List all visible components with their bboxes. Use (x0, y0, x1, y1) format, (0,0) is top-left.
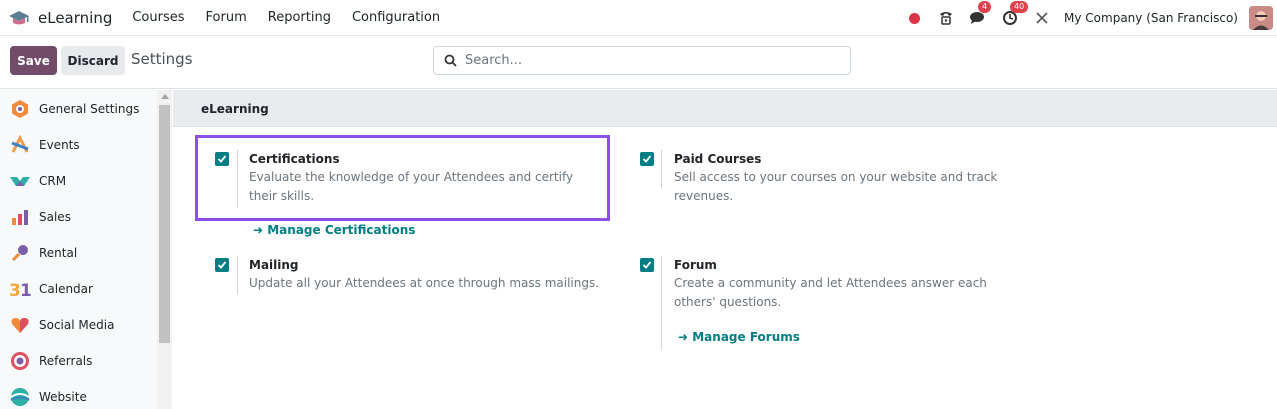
paid-courses-title: Paid Courses (674, 152, 762, 166)
discard-button[interactable]: Discard (61, 46, 125, 75)
sidebar-item-rental[interactable]: Rental (0, 235, 157, 271)
messages-icon[interactable]: 4 (968, 1, 992, 28)
sidebar-item-sales[interactable]: Sales (0, 199, 157, 235)
sidebar-item-social-media[interactable]: Social Media (0, 307, 157, 343)
calendar-icon: 31 (9, 278, 31, 300)
sidebar-item-calendar[interactable]: 31 Calendar (0, 271, 157, 307)
arrow-right-icon: ➜ (678, 330, 693, 344)
sidebar-item-label: Sales (39, 210, 71, 224)
checkmark-icon (217, 261, 227, 269)
svg-text:1: 1 (20, 281, 31, 299)
user-avatar[interactable] (1249, 6, 1273, 30)
referrals-icon (9, 350, 31, 372)
app-name: eLearning (38, 8, 113, 27)
activities-icon[interactable]: 40 (1000, 1, 1029, 28)
menu-configuration[interactable]: Configuration (352, 10, 440, 25)
checkmark-icon (642, 261, 652, 269)
navbar-systray: 4 40 My Company (San Francisco) (904, 0, 1277, 36)
messages-badge: 4 (978, 1, 992, 13)
paid-courses-checkbox[interactable] (640, 152, 654, 166)
forum-checkbox[interactable] (640, 258, 654, 272)
arrow-right-icon: ➜ (253, 223, 268, 237)
sidebar-item-label: Website (39, 390, 87, 404)
setting-divider (661, 150, 662, 188)
sales-icon (9, 206, 31, 228)
control-panel: Save Discard Settings (0, 36, 1277, 89)
social-media-icon (9, 314, 31, 336)
search-bar[interactable] (433, 46, 851, 75)
sidebar-item-label: CRM (39, 174, 67, 188)
main-menu: Courses Forum Reporting Configuration (132, 10, 461, 25)
sidebar-item-general-settings[interactable]: General Settings (0, 91, 157, 127)
sidebar-item-label: Events (39, 138, 80, 152)
certifications-desc: Evaluate the knowledge of your Attendees… (249, 170, 574, 203)
tools-icon[interactable] (1032, 8, 1052, 28)
mailing-title: Mailing (249, 258, 299, 272)
status-dot-icon[interactable] (904, 8, 924, 28)
breadcrumb-settings: Settings (131, 50, 193, 68)
section-header: eLearning (173, 90, 1277, 127)
settings-sidebar: General Settings Events CRM Sales Rental… (0, 90, 172, 409)
search-input[interactable] (465, 53, 845, 68)
crm-icon (9, 170, 31, 192)
sidebar-item-label: General Settings (39, 102, 140, 116)
save-button[interactable]: Save (10, 46, 57, 75)
forum-desc: Create a community and let Attendees ans… (674, 276, 987, 309)
sidebar-item-events[interactable]: Events (0, 127, 157, 163)
paid-courses-desc: Sell access to your courses on your webs… (674, 170, 998, 203)
section-title: eLearning (201, 102, 269, 116)
checkmark-icon (642, 155, 652, 163)
company-switcher[interactable]: My Company (San Francisco) (1064, 11, 1238, 25)
certifications-checkbox[interactable] (215, 152, 229, 166)
app-brand[interactable]: eLearning (8, 7, 132, 29)
website-icon (9, 386, 31, 408)
forum-title: Forum (674, 258, 717, 272)
menu-reporting[interactable]: Reporting (268, 10, 331, 25)
certifications-title: Certifications (249, 152, 340, 166)
setting-divider (237, 150, 238, 208)
manage-forums-link[interactable]: ➜ Manage Forums (678, 330, 800, 344)
setting-divider (661, 256, 662, 349)
general-settings-icon (9, 98, 31, 120)
setting-divider (237, 256, 238, 294)
activities-badge: 40 (1010, 1, 1029, 13)
menu-courses[interactable]: Courses (132, 10, 184, 25)
scroll-up-arrow-icon[interactable] (161, 94, 169, 99)
sidebar-item-label: Referrals (39, 354, 93, 368)
scrollbar-thumb[interactable] (159, 105, 170, 343)
events-icon (9, 134, 31, 156)
settings-main: eLearning Certifications Evaluate the kn… (173, 90, 1277, 409)
menu-forum[interactable]: Forum (206, 10, 247, 25)
sidebar-item-website[interactable]: Website (0, 379, 157, 409)
sidebar-item-crm[interactable]: CRM (0, 163, 157, 199)
search-icon (444, 54, 457, 67)
mailing-desc: Update all your Attendees at once throug… (249, 276, 600, 290)
checkmark-icon (217, 155, 227, 163)
phone-icon[interactable] (936, 8, 956, 28)
graduation-cap-icon (9, 10, 29, 24)
sidebar-item-label: Rental (39, 246, 78, 260)
sidebar-scrollbar[interactable] (157, 90, 172, 409)
sidebar-item-referrals[interactable]: Referrals (0, 343, 157, 379)
sidebar-item-label: Calendar (39, 282, 93, 296)
mailing-checkbox[interactable] (215, 258, 229, 272)
sidebar-item-label: Social Media (39, 318, 115, 332)
rental-icon (9, 242, 31, 264)
manage-certifications-link[interactable]: ➜ Manage Certifications (253, 223, 415, 237)
top-navbar: eLearning Courses Forum Reporting Config… (0, 0, 1277, 36)
